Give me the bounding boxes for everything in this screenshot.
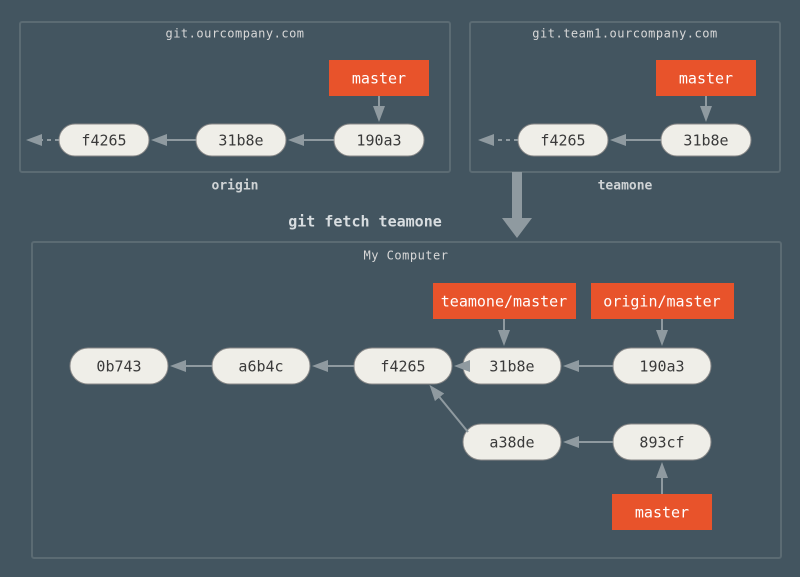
git-fetch-command: git fetch teamone <box>288 213 442 231</box>
teamone-commit-f4265: f4265 <box>518 124 608 156</box>
teamone-repo-box: git.team1.ourcompany.com master f4265 31… <box>470 22 780 172</box>
origin-url: git.ourcompany.com <box>165 27 304 41</box>
teamone-commit-1: 31b8e <box>683 132 728 150</box>
local-commit-893cf: 893cf <box>613 424 711 460</box>
local-commit-0b743: 0b743 <box>70 348 168 384</box>
local-commit-r1-3: 31b8e <box>489 358 534 376</box>
origin-repo-box: git.ourcompany.com master f4265 31b8e 19… <box>20 22 450 172</box>
origin-master-text: master <box>352 70 406 88</box>
teamone-master-branch: master <box>656 60 756 96</box>
local-commit-a6b4c: a6b4c <box>212 348 310 384</box>
local-commit-31b8e: 31b8e <box>463 348 561 384</box>
local-commit-f4265: f4265 <box>354 348 452 384</box>
local-commit-r2-1: 893cf <box>639 434 684 452</box>
origin-master-branch: master <box>329 60 429 96</box>
origin-commit-190a3: 190a3 <box>334 124 424 156</box>
local-commit-a38de: a38de <box>463 424 561 460</box>
local-commit-r1-4: 190a3 <box>639 358 684 376</box>
teamone-master-text: master <box>679 70 733 88</box>
local-repo-box: My Computer teamone/master origin/master… <box>32 242 781 558</box>
origin-commit-31b8e: 31b8e <box>196 124 286 156</box>
teamone-commit-0: f4265 <box>540 132 585 150</box>
origin-commit-1: 31b8e <box>218 132 263 150</box>
teamone-master-ref: teamone/master <box>433 283 576 319</box>
origin-master-ref: origin/master <box>591 283 734 319</box>
fetch-arrow-icon <box>502 218 532 238</box>
teamone-master-ref-text: teamone/master <box>441 293 567 311</box>
origin-label: origin <box>212 179 259 194</box>
local-master-text: master <box>635 504 689 522</box>
teamone-commit-31b8e: 31b8e <box>661 124 751 156</box>
local-commit-r1-2: f4265 <box>380 358 425 376</box>
origin-master-ref-text: origin/master <box>603 293 720 311</box>
teamone-label: teamone <box>598 179 653 194</box>
git-diagram-svg: git.ourcompany.com master f4265 31b8e 19… <box>0 0 800 577</box>
local-commit-r1-0: 0b743 <box>96 358 141 376</box>
origin-commit-2: 190a3 <box>356 132 401 150</box>
local-commit-r2-0: a38de <box>489 434 534 452</box>
local-commit-190a3: 190a3 <box>613 348 711 384</box>
local-master-branch: master <box>612 494 712 530</box>
local-commit-r1-1: a6b4c <box>238 358 283 376</box>
origin-commit-0: f4265 <box>81 132 126 150</box>
local-title: My Computer <box>364 249 449 263</box>
origin-commit-f4265: f4265 <box>59 124 149 156</box>
teamone-url: git.team1.ourcompany.com <box>532 27 717 41</box>
